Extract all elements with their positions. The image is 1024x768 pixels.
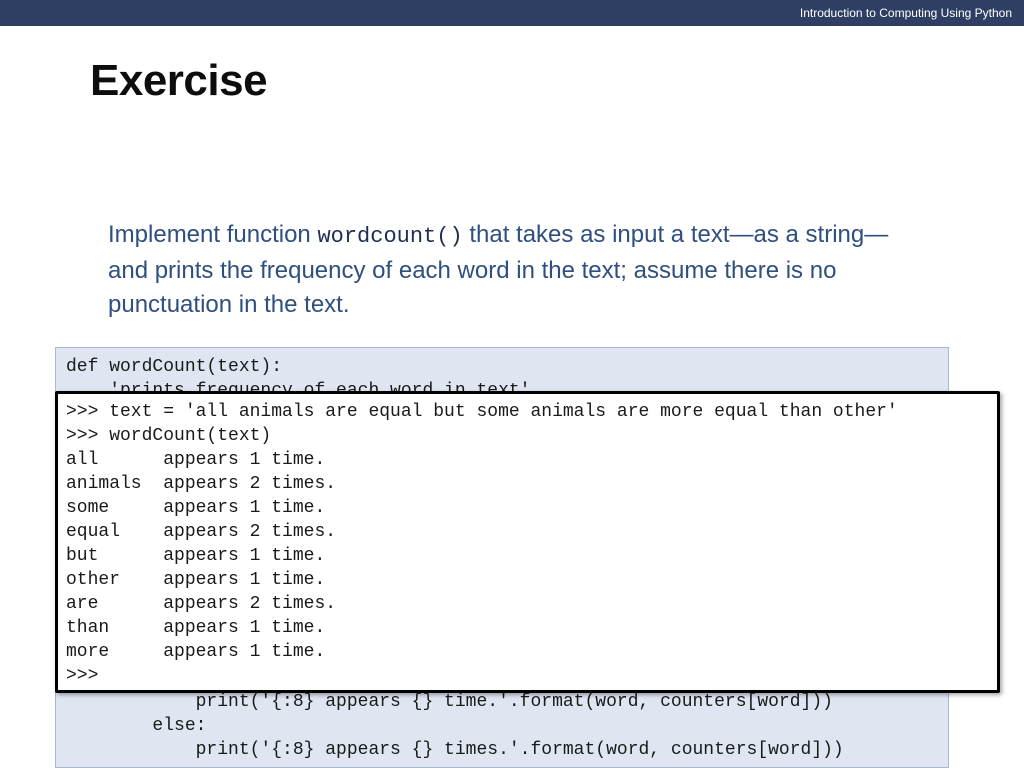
shell-line: more appears 1 time. bbox=[66, 642, 326, 662]
code-line: print('{:8} appears {} times.'.format(wo… bbox=[66, 740, 844, 760]
shell-line: equal appears 2 times. bbox=[66, 522, 337, 542]
exercise-prompt: Implement function wordcount() that take… bbox=[108, 218, 908, 322]
prompt-text-before: Implement function bbox=[108, 221, 318, 248]
shell-line: are appears 2 times. bbox=[66, 594, 337, 614]
slide-title: Exercise bbox=[90, 56, 268, 105]
shell-line: >>> wordCount(text) bbox=[66, 426, 272, 446]
function-name: wordcount() bbox=[317, 224, 463, 249]
shell-prompt[interactable]: >>> bbox=[66, 664, 898, 688]
code-line: else: bbox=[66, 716, 207, 736]
shell-line: all appears 1 time. bbox=[66, 450, 326, 470]
header-bar: Introduction to Computing Using Python bbox=[0, 0, 1024, 26]
shell-line: than appears 1 time. bbox=[66, 618, 326, 638]
shell-line: some appears 1 time. bbox=[66, 498, 326, 518]
shell-line: other appears 1 time. bbox=[66, 570, 326, 590]
shell-line: >>> text = 'all animals are equal but so… bbox=[66, 402, 898, 422]
shell-output-panel: >>> text = 'all animals are equal but so… bbox=[55, 391, 1000, 693]
code-line: def wordCount(text): bbox=[66, 357, 283, 377]
code-line: print('{:8} appears {} time.'.format(wor… bbox=[66, 692, 833, 712]
course-title: Introduction to Computing Using Python bbox=[799, 6, 1012, 20]
shell-line: animals appears 2 times. bbox=[66, 474, 337, 494]
shell-output: >>> text = 'all animals are equal but so… bbox=[66, 400, 898, 688]
shell-line: but appears 1 time. bbox=[66, 546, 326, 566]
